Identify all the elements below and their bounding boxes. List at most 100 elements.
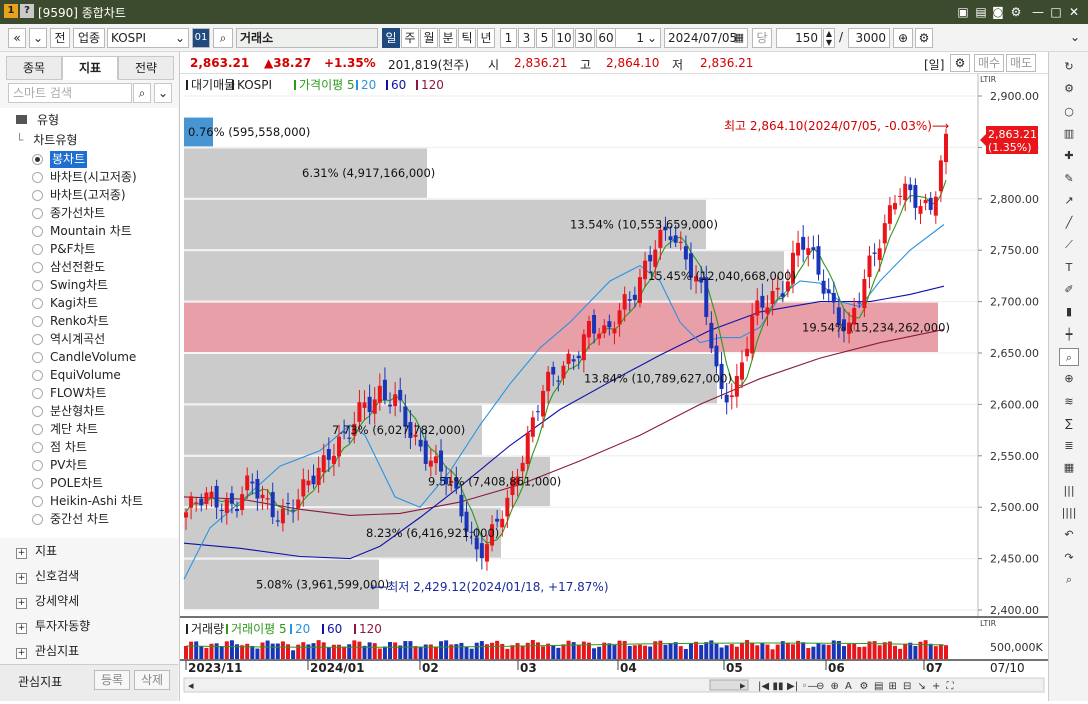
dropdown-button[interactable]: ⌄ — [29, 28, 47, 48]
radio-icon[interactable] — [32, 406, 43, 417]
chart-type-item[interactable]: Kagi차트 — [50, 295, 98, 312]
grid-icon[interactable]: ▦ — [1059, 459, 1079, 477]
buy-button[interactable]: 매수 — [974, 54, 1004, 72]
date-field[interactable]: 2024/07/05 ▦ — [664, 28, 748, 48]
chart-type-item[interactable]: 점 차트 — [50, 439, 87, 456]
period-button[interactable]: 주 — [401, 28, 419, 48]
window-number-icon[interactable]: 1 — [4, 4, 18, 18]
camera-icon[interactable]: ◙ — [990, 4, 1006, 20]
arrow-icon[interactable]: ↗ — [1059, 192, 1079, 210]
redo-icon[interactable]: ↷ — [1059, 549, 1079, 567]
radio-icon[interactable] — [32, 424, 43, 435]
radio-icon[interactable] — [32, 388, 43, 399]
delete-button[interactable]: 삭제 — [134, 670, 170, 690]
smart-search-input[interactable]: 스마트 검색 — [8, 83, 132, 103]
split-icon[interactable]: ┿ — [1059, 326, 1079, 344]
chart-type-item[interactable]: 종가선차트 — [50, 205, 105, 222]
chart-type-item[interactable]: POLE차트 — [50, 475, 103, 492]
annotation-icon[interactable]: ✐ — [1059, 281, 1079, 299]
radio-icon[interactable] — [32, 316, 43, 327]
tree-group[interactable]: + 지표 — [16, 541, 57, 561]
chart-type-item[interactable]: P&F차트 — [50, 241, 96, 258]
chart-area[interactable]: 대기매물KOSPI가격이평 52060120LTIR2,900.002,850.… — [180, 74, 1048, 701]
text-icon[interactable]: T — [1059, 259, 1079, 277]
interval-button[interactable]: 5 — [536, 28, 553, 48]
gear-icon[interactable]: ⚙ — [1059, 80, 1079, 98]
expand-icon[interactable]: ⌄ — [1068, 28, 1082, 48]
radio-icon[interactable] — [32, 172, 43, 183]
period-button[interactable]: 틱 — [458, 28, 476, 48]
chart-type-item[interactable]: 계단 차트 — [50, 421, 98, 438]
chart-type-item[interactable]: Renko차트 — [50, 313, 109, 330]
chart-type-item[interactable]: PV차트 — [50, 457, 88, 474]
line-icon[interactable]: ╱ — [1059, 214, 1079, 232]
gear-icon[interactable]: ⚙ — [950, 54, 970, 72]
settings-icon[interactable]: ⚙ — [1008, 4, 1024, 20]
radio-icon[interactable] — [32, 334, 43, 345]
tree-section-chart-type[interactable]: └ 차트유형 — [16, 131, 77, 149]
tree-group[interactable]: + 투자자동향 — [16, 616, 90, 636]
stepper-icon[interactable]: ▲ ▼ — [823, 28, 835, 48]
refresh-icon[interactable]: ↻ — [1059, 58, 1079, 76]
bar-chart-icon[interactable]: ▥ — [1059, 125, 1079, 143]
link-icon[interactable]: ▣ — [955, 4, 971, 20]
tree-group[interactable]: + 강세약세 — [16, 591, 79, 611]
radio-icon[interactable] — [32, 298, 43, 309]
gear-icon[interactable]: ⚙ — [915, 28, 933, 48]
bars2-icon[interactable]: |||| — [1059, 504, 1079, 522]
radio-icon[interactable] — [32, 370, 43, 381]
dang-button[interactable]: 당 — [752, 28, 772, 48]
radio-icon[interactable] — [32, 514, 43, 525]
interval-button[interactable]: 1 — [500, 28, 517, 48]
maximize-button[interactable]: □ — [1048, 4, 1064, 20]
radio-icon[interactable] — [32, 208, 43, 219]
period-button[interactable]: 일 — [382, 28, 400, 48]
symbol-select[interactable]: KOSPI ⌄ — [107, 28, 189, 48]
expand-icon[interactable]: + — [16, 548, 27, 559]
radio-icon[interactable] — [32, 226, 43, 237]
radio-icon[interactable] — [32, 478, 43, 489]
interval-button[interactable]: 30 — [575, 28, 595, 48]
symbol-code[interactable]: 01 — [192, 28, 210, 48]
chart-type-item[interactable]: CandleVolume — [50, 349, 136, 366]
period-button[interactable]: 분 — [439, 28, 457, 48]
radio-icon[interactable] — [32, 496, 43, 507]
minimize-button[interactable]: — — [1030, 4, 1046, 20]
chart-type-item[interactable]: Swing차트 — [50, 277, 108, 294]
close-button[interactable]: ✕ — [1066, 4, 1082, 20]
count-field[interactable]: 150 — [776, 28, 822, 48]
sell-button[interactable]: 매도 — [1006, 54, 1036, 72]
tab-strategy[interactable]: 전략 — [118, 56, 174, 80]
expand-icon[interactable]: + — [16, 623, 27, 634]
pattern-icon[interactable]: ≋ — [1059, 393, 1079, 411]
period-button[interactable]: 년 — [477, 28, 495, 48]
fibonacci-icon[interactable]: ≣ — [1059, 437, 1079, 455]
magnifier-icon[interactable]: ⌕ — [1059, 347, 1079, 366]
circle-icon[interactable]: ○ — [1059, 103, 1079, 121]
chart-type-item[interactable]: 봉차트 — [50, 151, 88, 168]
expand-icon[interactable]: + — [16, 598, 27, 609]
radio-icon[interactable] — [32, 442, 43, 453]
search-icon[interactable]: ⌕ — [213, 28, 233, 48]
radio-icon[interactable] — [32, 280, 43, 291]
radio-icon[interactable] — [32, 154, 43, 165]
prev-button[interactable]: « — [8, 28, 26, 48]
register-button[interactable]: 등록 — [94, 670, 130, 690]
undo-icon[interactable]: ↶ — [1059, 526, 1079, 544]
radio-icon[interactable] — [32, 244, 43, 255]
tree-group[interactable]: + 관심지표 — [16, 641, 79, 661]
tree-group[interactable]: + 신호검색 — [16, 566, 79, 586]
crosshair-icon[interactable]: ✚ — [1059, 147, 1079, 165]
pencil-icon[interactable]: ✎ — [1059, 170, 1079, 188]
period-button[interactable]: 월 — [420, 28, 438, 48]
interval-button[interactable]: 3 — [518, 28, 535, 48]
chart-type-item[interactable]: 삼선전환도 — [50, 259, 105, 276]
price-chart[interactable]: 대기매물KOSPI가격이평 52060120LTIR2,900.002,850.… — [180, 74, 1048, 701]
tab-item[interactable]: 종목 — [6, 56, 62, 80]
tree-section-type[interactable]: 유형 — [16, 111, 59, 129]
search-icon[interactable]: ⌕ — [1059, 571, 1079, 589]
expand-icon[interactable]: + — [16, 573, 27, 584]
bars-icon[interactable]: ||| — [1059, 482, 1079, 500]
zoom-in-icon[interactable]: ⊕ — [893, 28, 913, 48]
candle-icon[interactable]: ▮ — [1059, 303, 1079, 321]
